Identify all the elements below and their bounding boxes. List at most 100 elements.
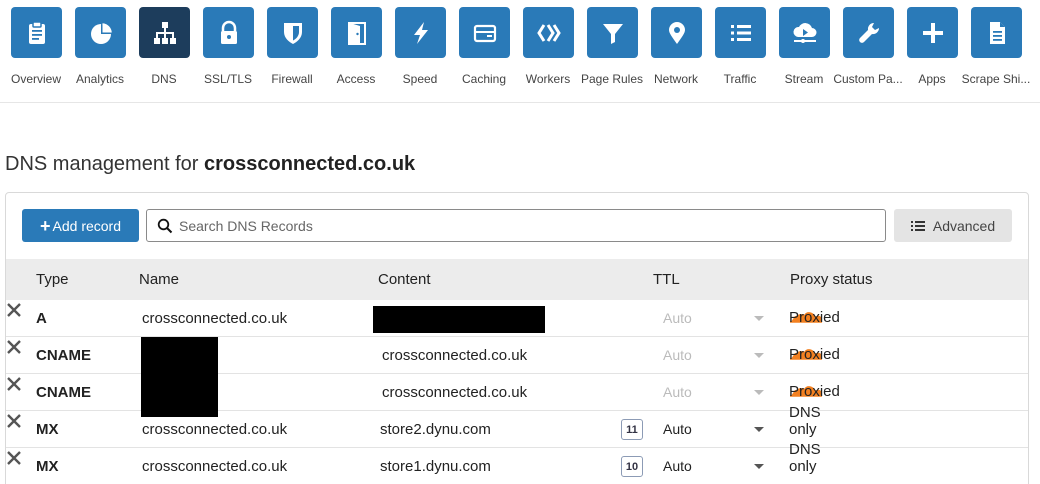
nav-item-workers[interactable]: Workers xyxy=(516,0,580,100)
wrench-icon xyxy=(858,22,879,43)
table-row[interactable]: MX crossconnected.co.uk store1.dynu.com … xyxy=(6,441,1028,484)
record-name: crossconnected.co.uk xyxy=(142,421,288,438)
record-type: A xyxy=(36,310,47,327)
record-type: CNAME xyxy=(36,384,91,401)
search-icon xyxy=(157,218,173,233)
record-content: crossconnected.co.uk xyxy=(382,384,528,401)
clipboard-icon xyxy=(28,20,45,44)
nav-item-access[interactable]: Access xyxy=(324,0,388,100)
page-title-prefix: DNS management for xyxy=(5,153,204,175)
table-header: Type Name Content TTL Proxy status xyxy=(6,259,1028,300)
nav-label: Access xyxy=(336,72,376,86)
column-header-proxy-status: Proxy status xyxy=(790,271,873,288)
nav-item-caching[interactable]: Caching xyxy=(452,0,516,100)
record-content: crossconnected.co.uk xyxy=(382,347,528,364)
nav-label: Traffic xyxy=(723,72,757,86)
nav-item-network[interactable]: Network xyxy=(644,0,708,100)
column-header-ttl: TTL xyxy=(653,271,680,288)
nav-item-ssl-tls[interactable]: SSL/TLS xyxy=(196,0,260,100)
list-icon xyxy=(730,24,751,41)
proxy-status-label: Proxied xyxy=(789,308,840,326)
list-filter-icon xyxy=(910,220,925,231)
nav-label: Caching xyxy=(461,72,507,86)
nav-label: Scrape Shi... xyxy=(961,72,1031,86)
column-header-content: Content xyxy=(378,271,431,288)
page-title: DNS management for crossconnected.co.uk xyxy=(5,153,415,176)
proxy-status[interactable]: Proxied xyxy=(789,346,840,363)
proxy-status-label: DNS only xyxy=(789,441,821,475)
nav-label: Page Rules xyxy=(580,72,644,86)
nav-label: Apps xyxy=(918,72,946,86)
proxy-status-label: DNS only xyxy=(789,404,821,438)
chevron-down-icon xyxy=(754,316,764,321)
nav-label: Network xyxy=(653,72,698,86)
nav-label: Analytics xyxy=(75,72,125,86)
nav-item-analytics[interactable]: Analytics xyxy=(68,0,132,100)
location-pin-icon xyxy=(668,21,685,44)
search-input[interactable] xyxy=(179,217,859,234)
nav-label: Overview xyxy=(10,72,61,86)
nav-label: Firewall xyxy=(271,72,313,86)
add-record-label: Add record xyxy=(52,217,121,234)
workers-icon xyxy=(536,23,561,42)
nav-item-apps[interactable]: Apps xyxy=(900,0,964,100)
lock-icon xyxy=(220,20,237,44)
nav-item-traffic[interactable]: Traffic xyxy=(708,0,772,100)
zone-domain: crossconnected.co.uk xyxy=(203,153,416,175)
nav-item-page-rules[interactable]: Page Rules xyxy=(580,0,644,100)
ttl-select[interactable]: Auto xyxy=(663,458,692,474)
lightning-icon xyxy=(413,21,428,44)
close-icon[interactable] xyxy=(6,411,22,431)
proxy-status[interactable]: Proxied xyxy=(789,383,840,400)
add-record-button[interactable]: + Add record xyxy=(22,209,139,242)
proxy-status-label: Proxied xyxy=(789,382,840,400)
close-icon[interactable] xyxy=(6,448,22,468)
chevron-down-icon[interactable] xyxy=(754,427,764,432)
plus-icon xyxy=(922,22,943,43)
nav-label: DNS xyxy=(151,72,177,86)
chevron-down-icon xyxy=(754,390,764,395)
record-type: MX xyxy=(36,421,59,438)
door-icon xyxy=(347,21,366,45)
proxy-status[interactable]: Proxied xyxy=(789,309,840,326)
top-nav: Overview Analytics DNS SSL/TLS Firewall … xyxy=(0,0,1040,103)
mx-priority-badge: 11 xyxy=(621,419,643,440)
nav-item-overview[interactable]: Overview xyxy=(4,0,68,100)
ttl-select: Auto xyxy=(663,384,692,400)
close-icon[interactable] xyxy=(6,374,22,394)
ttl-select[interactable]: Auto xyxy=(663,421,692,437)
chevron-down-icon[interactable] xyxy=(754,464,764,469)
document-icon xyxy=(989,21,1005,44)
nav-item-stream[interactable]: Stream xyxy=(772,0,836,100)
record-name: crossconnected.co.uk xyxy=(142,310,288,327)
close-icon[interactable] xyxy=(6,300,22,320)
advanced-button[interactable]: Advanced xyxy=(894,209,1012,242)
record-content: store2.dynu.com xyxy=(380,421,491,438)
column-header-name: Name xyxy=(139,271,180,288)
nav-item-scrape-shield[interactable]: Scrape Shi... xyxy=(962,0,1030,100)
record-name: crossconnected.co.uk xyxy=(142,458,288,475)
record-type: MX xyxy=(36,458,59,475)
cloud-play-icon xyxy=(792,22,816,43)
nav-item-speed[interactable]: Speed xyxy=(388,0,452,100)
close-icon[interactable] xyxy=(6,337,22,357)
nav-label: Speed xyxy=(402,72,438,86)
ttl-select: Auto xyxy=(663,310,692,326)
shield-icon xyxy=(283,22,302,44)
search-dns-records[interactable] xyxy=(146,209,886,242)
redacted-block xyxy=(373,306,545,333)
nav-label: Custom Pa... xyxy=(833,72,903,86)
nav-item-dns[interactable]: DNS xyxy=(132,0,196,100)
nav-label: Stream xyxy=(784,72,824,86)
nav-item-custom-pages[interactable]: Custom Pa... xyxy=(833,0,903,100)
sitemap-icon xyxy=(153,21,176,44)
record-content: store1.dynu.com xyxy=(380,458,491,475)
record-type: CNAME xyxy=(36,347,91,364)
mx-priority-badge: 10 xyxy=(621,456,643,477)
plus-icon: + xyxy=(40,215,51,236)
redacted-block xyxy=(141,337,218,417)
proxy-status-label: Proxied xyxy=(789,345,840,363)
nav-item-firewall[interactable]: Firewall xyxy=(260,0,324,100)
filter-icon xyxy=(602,23,623,44)
column-header-type: Type xyxy=(36,271,69,288)
